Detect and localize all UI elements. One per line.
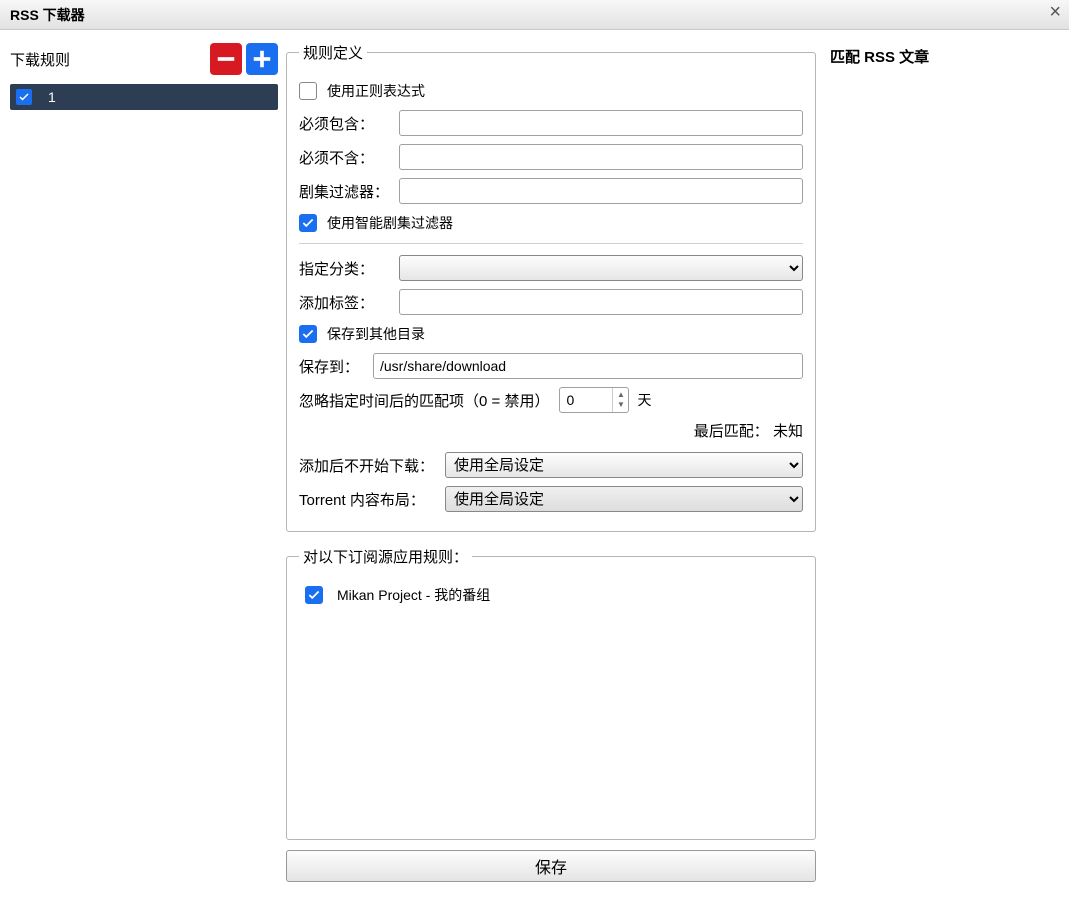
feeds-box: 对以下订阅源应用规则： Mikan Project - 我的番组 bbox=[286, 546, 816, 840]
matching-articles-panel: 匹配 RSS 文章 bbox=[816, 42, 1059, 896]
minus-icon bbox=[215, 48, 237, 70]
save-other-label: 保存到其他目录 bbox=[327, 324, 425, 344]
last-match-value: 未知 bbox=[773, 423, 803, 440]
category-select[interactable] bbox=[399, 255, 803, 281]
save-to-input[interactable] bbox=[373, 353, 803, 379]
check-icon bbox=[301, 327, 315, 341]
check-icon bbox=[301, 216, 315, 230]
category-row: 指定分类： bbox=[299, 254, 803, 282]
rules-header-buttons bbox=[210, 43, 278, 75]
episode-filter-label: 剧集过滤器： bbox=[299, 181, 399, 202]
save-button-label: 保存 bbox=[535, 854, 567, 878]
close-icon[interactable]: × bbox=[1049, 2, 1061, 22]
plus-icon bbox=[251, 48, 273, 70]
content-layout-select[interactable]: 使用全局设定 bbox=[445, 486, 803, 512]
use-regex-checkbox[interactable] bbox=[299, 82, 317, 100]
content-layout-row: Torrent 内容布局： 使用全局设定 bbox=[299, 485, 803, 513]
separator bbox=[299, 243, 803, 244]
rule-item[interactable]: 1 bbox=[10, 84, 278, 110]
add-paused-row: 添加后不开始下载： 使用全局设定 bbox=[299, 451, 803, 479]
last-match-label: 最后匹配： bbox=[694, 423, 769, 440]
feeds-legend: 对以下订阅源应用规则： bbox=[299, 546, 472, 567]
episode-filter-row: 剧集过滤器： bbox=[299, 177, 803, 205]
ignore-days-value: 0 bbox=[566, 392, 612, 408]
use-regex-label: 使用正则表达式 bbox=[327, 81, 425, 101]
save-to-row: 保存到： bbox=[299, 352, 803, 380]
rule-enabled-checkbox[interactable] bbox=[16, 89, 32, 105]
rule-definition-legend: 规则定义 bbox=[299, 42, 367, 63]
add-paused-label: 添加后不开始下载： bbox=[299, 455, 445, 476]
content: 下载规则 1 规则定义 使用正 bbox=[0, 30, 1069, 906]
save-to-label: 保存到： bbox=[299, 356, 373, 377]
must-contain-label: 必须包含： bbox=[299, 113, 399, 134]
category-label: 指定分类： bbox=[299, 258, 399, 279]
add-paused-select[interactable]: 使用全局设定 bbox=[445, 452, 803, 478]
spinner-up-icon[interactable]: ▲ bbox=[617, 390, 625, 400]
episode-filter-input[interactable] bbox=[399, 178, 803, 204]
smart-filter-row: 使用智能剧集过滤器 bbox=[299, 213, 803, 233]
feed-name: Mikan Project - 我的番组 bbox=[337, 585, 490, 605]
check-icon bbox=[307, 588, 321, 602]
rule-list: 1 bbox=[10, 84, 278, 110]
check-icon bbox=[18, 91, 30, 103]
save-other-checkbox[interactable] bbox=[299, 325, 317, 343]
feed-checkbox[interactable] bbox=[305, 586, 323, 604]
definition-panel: 规则定义 使用正则表达式 必须包含： 必须不含： 剧集过滤器： bbox=[286, 42, 816, 896]
remove-rule-button[interactable] bbox=[210, 43, 242, 75]
smart-filter-checkbox[interactable] bbox=[299, 214, 317, 232]
window-title: RSS 下载器 bbox=[10, 5, 85, 25]
spinner-down-icon[interactable]: ▼ bbox=[617, 400, 625, 410]
rule-definition-box: 规则定义 使用正则表达式 必须包含： 必须不含： 剧集过滤器： bbox=[286, 42, 816, 532]
ignore-days-suffix: 天 bbox=[637, 390, 651, 410]
ignore-days-spinner[interactable]: 0 ▲ ▼ bbox=[559, 387, 629, 413]
must-not-contain-input[interactable] bbox=[399, 144, 803, 170]
save-other-row: 保存到其他目录 bbox=[299, 324, 803, 344]
tags-row: 添加标签： bbox=[299, 288, 803, 316]
add-rule-button[interactable] bbox=[246, 43, 278, 75]
last-match-row: 最后匹配： 未知 bbox=[299, 420, 803, 441]
smart-filter-label: 使用智能剧集过滤器 bbox=[327, 213, 453, 233]
tags-input[interactable] bbox=[399, 289, 803, 315]
must-not-contain-label: 必须不含： bbox=[299, 147, 399, 168]
ignore-days-row: 忽略指定时间后的匹配项（0 = 禁用） 0 ▲ ▼ 天 bbox=[299, 386, 803, 414]
rule-name: 1 bbox=[48, 89, 56, 105]
save-button[interactable]: 保存 bbox=[286, 850, 816, 882]
ignore-days-spinner-wrap: 0 ▲ ▼ 天 bbox=[559, 387, 651, 413]
matching-articles-header: 匹配 RSS 文章 bbox=[830, 46, 1059, 67]
spinner-arrows: ▲ ▼ bbox=[612, 388, 628, 412]
rules-header: 下载规则 bbox=[10, 42, 278, 76]
content-layout-label: Torrent 内容布局： bbox=[299, 489, 445, 510]
must-not-contain-row: 必须不含： bbox=[299, 143, 803, 171]
rules-panel: 下载规则 1 bbox=[10, 42, 278, 896]
feed-item[interactable]: Mikan Project - 我的番组 bbox=[305, 585, 803, 605]
rules-header-label: 下载规则 bbox=[10, 49, 70, 70]
tags-label: 添加标签： bbox=[299, 292, 399, 313]
must-contain-input[interactable] bbox=[399, 110, 803, 136]
ignore-days-label: 忽略指定时间后的匹配项（0 = 禁用） bbox=[299, 390, 549, 411]
titlebar: RSS 下载器 × bbox=[0, 0, 1069, 30]
use-regex-row: 使用正则表达式 bbox=[299, 81, 803, 101]
must-contain-row: 必须包含： bbox=[299, 109, 803, 137]
